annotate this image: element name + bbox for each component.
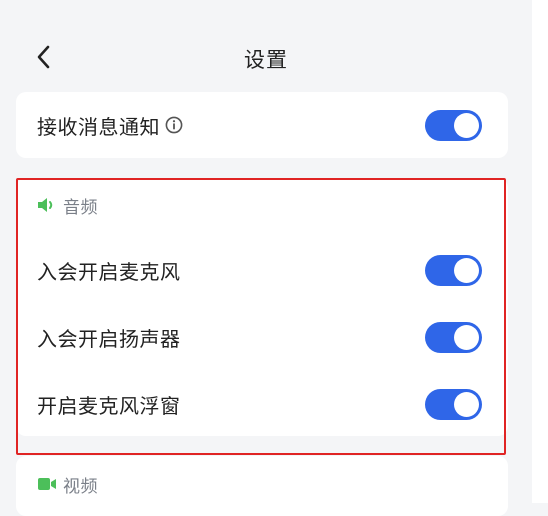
mic-on-join-toggle[interactable] bbox=[425, 255, 482, 286]
audio-settings-card: 音频 入会开启麦克风 入会开启扬声器 开启麦克风浮窗 bbox=[16, 178, 508, 436]
right-edge-strip bbox=[532, 0, 548, 503]
audio-row-mic: 入会开启麦克风 bbox=[16, 250, 508, 290]
camera-icon bbox=[38, 478, 56, 490]
video-section-header: 视频 bbox=[37, 472, 98, 497]
notification-toggle[interactable] bbox=[425, 110, 482, 141]
toggle-knob bbox=[454, 392, 479, 417]
notification-row: 接收消息通知 bbox=[16, 105, 508, 145]
audio-row-mic-float: 开启麦克风浮窗 bbox=[16, 384, 508, 424]
notification-label: 接收消息通知 bbox=[37, 114, 160, 139]
video-settings-card: 视频 bbox=[16, 456, 508, 516]
speaker-on-join-label: 入会开启扬声器 bbox=[37, 326, 181, 351]
mic-on-join-label: 入会开启麦克风 bbox=[37, 259, 181, 284]
video-section-label: 视频 bbox=[63, 476, 98, 497]
toggle-knob bbox=[454, 258, 479, 283]
info-icon[interactable] bbox=[165, 116, 183, 134]
page-title: 设置 bbox=[244, 48, 288, 72]
mic-floating-window-label: 开启麦克风浮窗 bbox=[37, 393, 181, 418]
notification-card: 接收消息通知 bbox=[16, 92, 508, 158]
audio-section-header: 音频 bbox=[37, 193, 98, 218]
header: 设置 bbox=[0, 0, 532, 92]
audio-section-label: 音频 bbox=[63, 197, 98, 218]
mic-floating-window-toggle[interactable] bbox=[425, 389, 482, 420]
audio-row-speaker: 入会开启扬声器 bbox=[16, 317, 508, 357]
toggle-knob bbox=[454, 113, 479, 138]
toggle-knob bbox=[454, 325, 479, 350]
speaker-on-join-toggle[interactable] bbox=[425, 322, 482, 353]
speaker-icon bbox=[38, 198, 53, 212]
